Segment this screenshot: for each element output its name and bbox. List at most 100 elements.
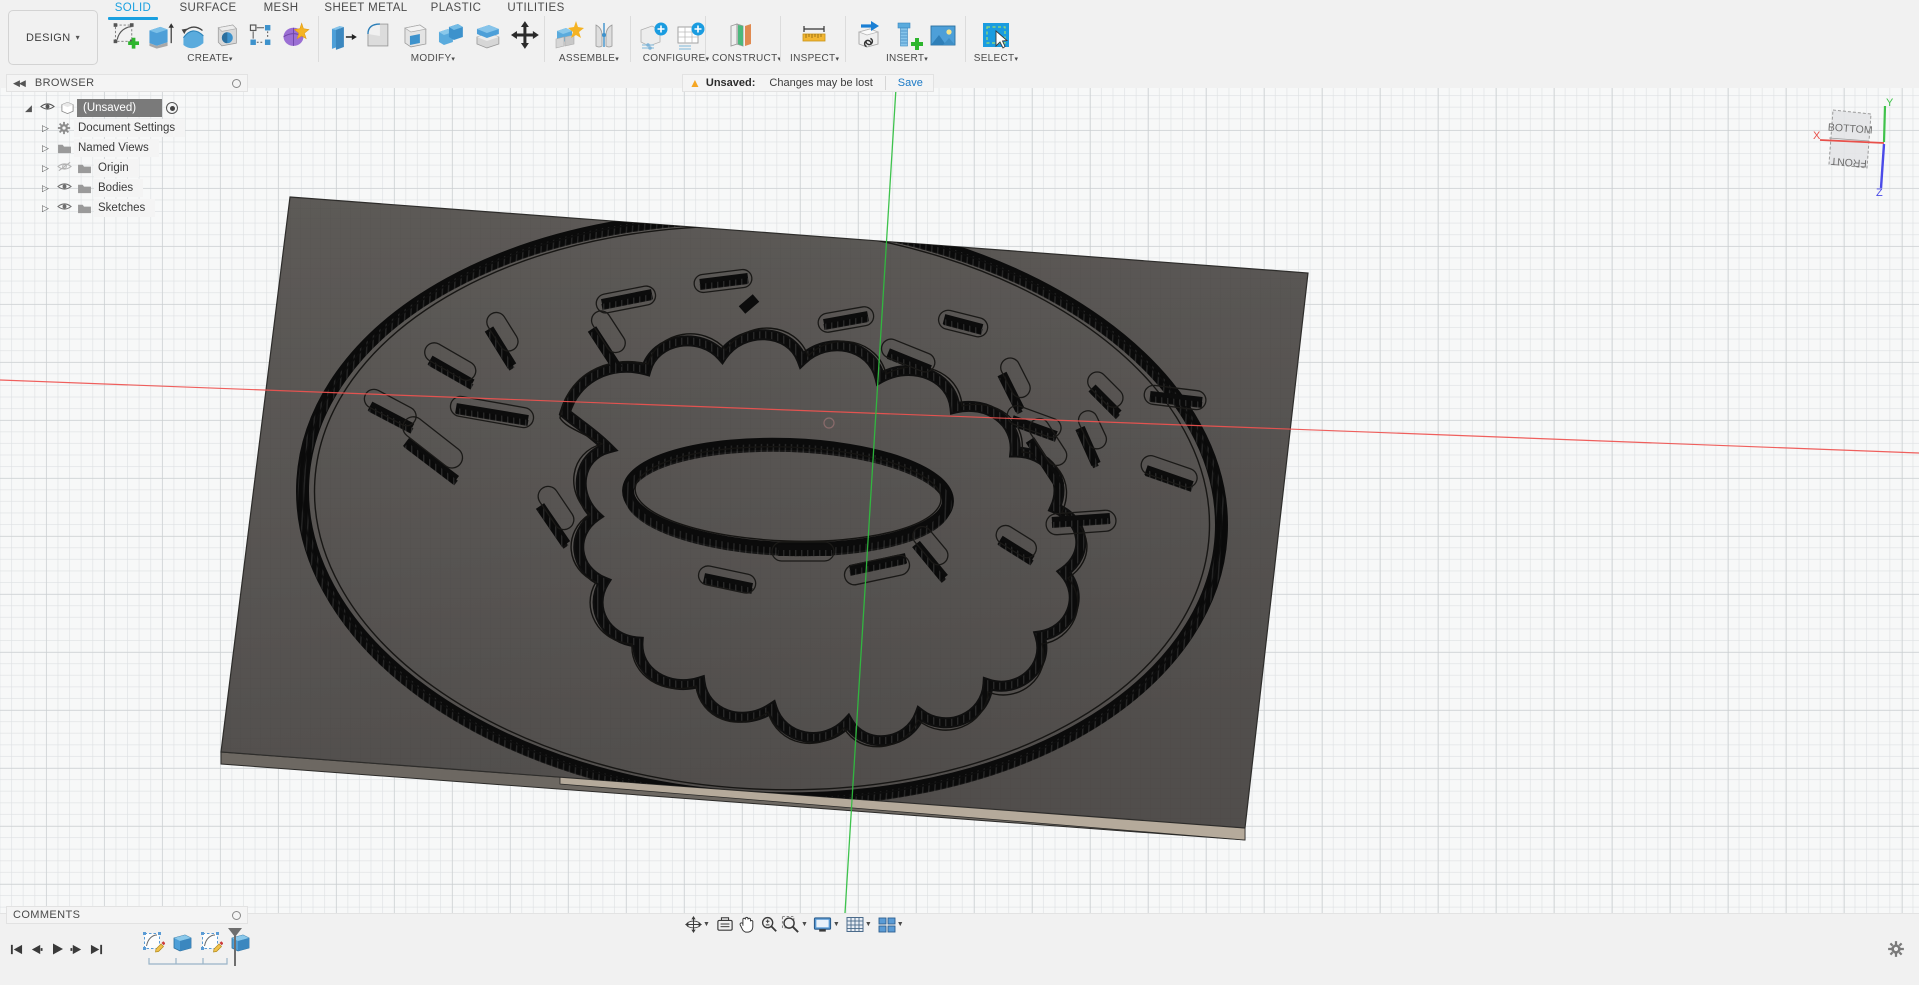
tree-item-unsaved[interactable]: ◢ (Unsaved) bbox=[6, 98, 248, 118]
offset-face-icon[interactable] bbox=[471, 18, 505, 52]
expand-arrow-icon[interactable]: ▷ bbox=[37, 203, 54, 214]
chevron-down-icon[interactable]: ▼ bbox=[865, 921, 875, 928]
expand-arrow-icon[interactable]: ▷ bbox=[37, 183, 54, 194]
joint-icon[interactable] bbox=[587, 18, 621, 52]
expand-arrow-icon[interactable]: ▷ bbox=[37, 143, 54, 154]
zoom-control[interactable] bbox=[759, 912, 779, 936]
orbit-icon[interactable] bbox=[683, 913, 703, 935]
timeline-feature-extrude-1[interactable] bbox=[172, 932, 194, 954]
look-at-control[interactable] bbox=[715, 912, 735, 936]
ribbon-toolbar: DESIGN ▾ SOLID SURFACE MESH SHEET METAL … bbox=[0, 0, 1919, 70]
configure-icon[interactable] bbox=[636, 18, 670, 52]
tree-item-sketches[interactable]: ▷ Sketches bbox=[6, 198, 248, 218]
view-navigation-bar: ▼ ▼ ▼ ▼ ▼ bbox=[683, 912, 907, 936]
expand-arrow-icon[interactable]: ▷ bbox=[37, 163, 54, 174]
ribbon-group-configure-label[interactable]: CONFIGURE▾ bbox=[636, 53, 716, 64]
orbit-control[interactable]: ▼ bbox=[683, 912, 713, 936]
display-settings-control[interactable]: ▼ bbox=[813, 912, 843, 936]
construct-plane-icon[interactable] bbox=[724, 18, 758, 52]
viewports-control[interactable]: ▼ bbox=[877, 912, 907, 936]
look-at-icon[interactable] bbox=[715, 913, 735, 935]
ribbon-group-assemble-label[interactable]: ASSEMBLE▾ bbox=[550, 53, 628, 64]
timeline-feature-sketch-1[interactable] bbox=[143, 932, 166, 954]
insert-mcmaster-icon[interactable] bbox=[889, 18, 923, 52]
save-button[interactable]: Save bbox=[898, 77, 923, 89]
chevron-down-icon[interactable]: ▼ bbox=[703, 921, 713, 928]
sweep-icon[interactable] bbox=[211, 18, 242, 52]
combine-icon[interactable] bbox=[434, 18, 468, 52]
create-sketch-icon[interactable] bbox=[110, 18, 141, 52]
play-button[interactable] bbox=[48, 938, 65, 960]
visibility-eye-icon[interactable] bbox=[37, 101, 57, 115]
ribbon-group-modify-label[interactable]: MODIFY▾ bbox=[324, 53, 542, 64]
move-copy-icon[interactable] bbox=[508, 18, 542, 52]
folder-icon bbox=[54, 142, 74, 154]
panel-options-icon[interactable] bbox=[232, 78, 241, 88]
go-to-end-button[interactable] bbox=[88, 938, 105, 960]
visibility-eye-icon[interactable] bbox=[54, 181, 74, 195]
tree-item-named-views[interactable]: ▷ Named Views bbox=[6, 138, 248, 158]
fit-control[interactable]: ▼ bbox=[781, 912, 811, 936]
configure-table-icon[interactable] bbox=[673, 18, 707, 52]
view-cube[interactable]: BOTTOM FRONT X Y Z bbox=[1785, 96, 1915, 201]
gear-icon bbox=[54, 121, 74, 135]
insert-canvas-icon[interactable] bbox=[926, 18, 960, 52]
activate-component-radio[interactable] bbox=[166, 102, 179, 114]
ribbon-group-create: CREATE▾ bbox=[110, 18, 310, 68]
measure-icon[interactable] bbox=[797, 18, 831, 52]
timeline-end-marker[interactable] bbox=[228, 928, 242, 966]
grid-snaps-control[interactable]: ▼ bbox=[845, 912, 875, 936]
ribbon-group-construct-label[interactable]: CONSTRUCT▾ bbox=[712, 53, 781, 64]
step-forward-button[interactable] bbox=[68, 938, 85, 960]
select-window-icon[interactable] bbox=[979, 18, 1013, 52]
pan-icon[interactable] bbox=[737, 913, 757, 935]
tree-item-origin[interactable]: ▷ Origin bbox=[6, 158, 248, 178]
collapse-left-icon[interactable]: ◀◀ bbox=[13, 78, 26, 89]
display-settings-icon[interactable] bbox=[813, 913, 833, 935]
3d-viewport[interactable]: BOTTOM FRONT X Y Z bbox=[0, 88, 1919, 913]
insert-derive-icon[interactable] bbox=[852, 18, 886, 52]
fillet-icon[interactable] bbox=[361, 18, 395, 52]
axis-label-z: Z bbox=[1876, 187, 1883, 199]
ribbon-group-inspect-label[interactable]: INSPECT▾ bbox=[790, 53, 839, 64]
revolve-icon[interactable] bbox=[178, 18, 209, 52]
zoom-icon[interactable] bbox=[759, 913, 779, 935]
gear-icon[interactable] bbox=[1887, 940, 1905, 958]
chevron-down-icon[interactable]: ▼ bbox=[897, 921, 907, 928]
press-pull-icon[interactable] bbox=[324, 18, 358, 52]
expand-arrow-icon[interactable]: ▷ bbox=[37, 123, 54, 134]
tree-label: Document Settings bbox=[74, 119, 186, 137]
workspace-switcher-button[interactable]: DESIGN ▾ bbox=[8, 10, 98, 65]
rectangular-plate-body bbox=[220, 196, 1309, 841]
panel-options-icon[interactable] bbox=[232, 910, 241, 920]
fit-icon[interactable] bbox=[781, 913, 801, 935]
ribbon-group-modify: MODIFY▾ bbox=[324, 18, 542, 68]
tree-item-bodies[interactable]: ▷ Bodies bbox=[6, 178, 248, 198]
chevron-down-icon[interactable]: ▼ bbox=[801, 921, 811, 928]
chevron-down-icon[interactable]: ▼ bbox=[833, 921, 843, 928]
new-component-icon[interactable] bbox=[550, 18, 584, 52]
visibility-eye-off-icon[interactable] bbox=[54, 161, 74, 175]
grid-snaps-icon[interactable] bbox=[845, 913, 865, 935]
shell-icon[interactable] bbox=[398, 18, 432, 52]
viewports-icon[interactable] bbox=[877, 913, 897, 935]
chevron-down-icon: ▾ bbox=[75, 33, 80, 42]
step-back-button[interactable] bbox=[28, 938, 45, 960]
go-to-beginning-button[interactable] bbox=[8, 938, 25, 960]
ribbon-group-insert-label[interactable]: INSERT▾ bbox=[852, 53, 962, 64]
pattern-icon[interactable] bbox=[245, 18, 276, 52]
tree-label: Sketches bbox=[94, 199, 156, 217]
comments-panel-header[interactable]: COMMENTS bbox=[6, 906, 248, 924]
ribbon-group-create-label[interactable]: CREATE▾ bbox=[110, 53, 310, 64]
timeline-feature-sketch-2[interactable] bbox=[201, 932, 224, 954]
visibility-eye-icon[interactable] bbox=[54, 201, 74, 215]
model-canvas[interactable] bbox=[0, 88, 1919, 913]
ribbon-group-select-label[interactable]: SELECT▾ bbox=[972, 53, 1020, 64]
browser-title: BROWSER bbox=[34, 77, 95, 89]
tree-item-document-settings[interactable]: ▷ Document Settings bbox=[6, 118, 248, 138]
comments-title: COMMENTS bbox=[13, 909, 81, 921]
form-icon[interactable] bbox=[279, 18, 310, 52]
expand-arrow-icon[interactable]: ◢ bbox=[20, 103, 37, 114]
extrude-icon[interactable] bbox=[144, 18, 175, 52]
pan-control[interactable] bbox=[737, 912, 757, 936]
